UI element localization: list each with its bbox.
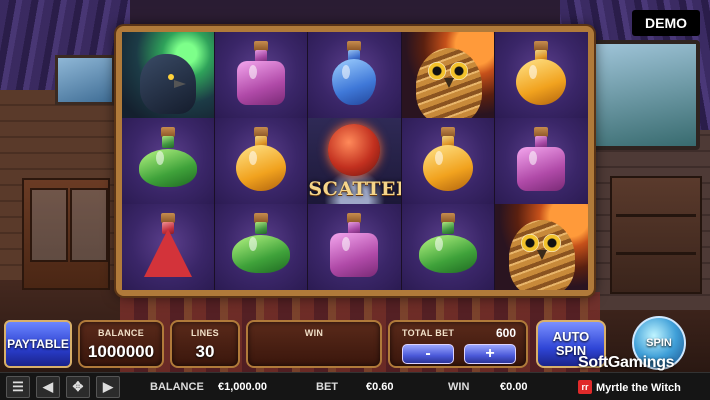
status-bet-value: €0.60 xyxy=(366,381,394,393)
reel-cell xyxy=(215,204,308,290)
reel-cell xyxy=(401,32,494,118)
lines-label: LINES xyxy=(190,328,219,338)
balance-label: BALANCE xyxy=(97,328,145,338)
reel-cell xyxy=(308,204,401,290)
green-potion-symbol xyxy=(417,211,479,283)
studio-logo-icon: rr xyxy=(578,380,592,394)
right-window xyxy=(590,40,700,150)
game-branding: rr Myrtle the Witch xyxy=(574,374,708,400)
status-balance-value: €1,000.00 xyxy=(218,381,267,393)
owl-symbol xyxy=(401,32,494,118)
reels: SCATTER xyxy=(122,32,588,290)
blue-potion-symbol xyxy=(323,39,385,111)
owl-symbol xyxy=(494,204,588,290)
raven-symbol xyxy=(122,32,215,118)
balance-value: 1000000 xyxy=(87,342,155,361)
reel-cell xyxy=(401,204,494,290)
scatter-symbol: SCATTER xyxy=(308,118,401,204)
reel-4 xyxy=(401,32,495,290)
pink-potion-symbol xyxy=(323,211,385,283)
red-potion-symbol xyxy=(137,211,199,283)
reel-cell xyxy=(401,118,494,204)
fullscreen-icon[interactable]: ✥ xyxy=(66,376,90,398)
provider-logo: SoftGamings xyxy=(578,354,675,371)
status-balance-label: BALANCE xyxy=(150,381,204,393)
total-bet-value: 600 xyxy=(495,326,516,340)
reel-cell xyxy=(122,32,215,118)
total-bet-panel: TOTAL BET 600 - + xyxy=(388,320,528,368)
left-window xyxy=(55,55,115,105)
reel-cell: SCATTER xyxy=(308,118,401,204)
status-bet-label: BET xyxy=(316,381,338,393)
balance-panel: BALANCE 1000000 xyxy=(78,320,164,368)
reel-cell xyxy=(122,118,215,204)
sound-icon[interactable]: ◀ xyxy=(36,376,60,398)
reel-2 xyxy=(215,32,309,290)
win-label: WIN xyxy=(304,328,324,338)
status-win-value: €0.00 xyxy=(500,381,528,393)
reel-cell xyxy=(215,118,308,204)
reel-cell xyxy=(215,32,308,118)
video-icon[interactable]: ▶ xyxy=(96,376,120,398)
status-win-label: WIN xyxy=(448,381,470,393)
menu-icon[interactable]: ☰ xyxy=(6,376,30,398)
reel-1 xyxy=(122,32,216,290)
gold-potion-symbol xyxy=(510,39,572,111)
paytable-button[interactable]: PAYTABLE xyxy=(4,320,72,368)
autospin-label-line1: AUTO xyxy=(552,329,590,344)
gold-potion-symbol xyxy=(417,125,479,197)
game-name: Myrtle the Witch xyxy=(596,382,681,394)
reel-cell xyxy=(494,204,588,290)
reel-cell xyxy=(122,204,215,290)
win-panel: WIN xyxy=(246,320,382,368)
pink-potion-symbol xyxy=(230,39,292,111)
decrease-bet-button[interactable]: - xyxy=(402,344,454,364)
reel-cell xyxy=(308,32,401,118)
gold-potion-symbol xyxy=(230,125,292,197)
status-bar: ☰ ◀ ✥ ▶ BALANCE €1,000.00 BET €0.60 WIN … xyxy=(0,372,710,400)
potion-shelf xyxy=(610,176,702,294)
pink-potion-symbol xyxy=(510,125,572,197)
scatter-label: SCATTER xyxy=(308,178,400,200)
green-potion-symbol xyxy=(230,211,292,283)
demo-badge: DEMO xyxy=(632,10,700,36)
increase-bet-button[interactable]: + xyxy=(464,344,516,364)
reel-cell xyxy=(494,32,588,118)
reel-cell xyxy=(494,118,588,204)
reel-5 xyxy=(494,32,588,290)
green-potion-symbol xyxy=(137,125,199,197)
wooden-cabinet xyxy=(22,178,110,290)
reel-3: SCATTER xyxy=(308,32,402,290)
lines-value: 30 xyxy=(195,342,215,361)
reel-frame: SCATTER xyxy=(116,26,594,296)
lines-panel: LINES 30 xyxy=(170,320,240,368)
red-moon-icon xyxy=(328,124,381,176)
